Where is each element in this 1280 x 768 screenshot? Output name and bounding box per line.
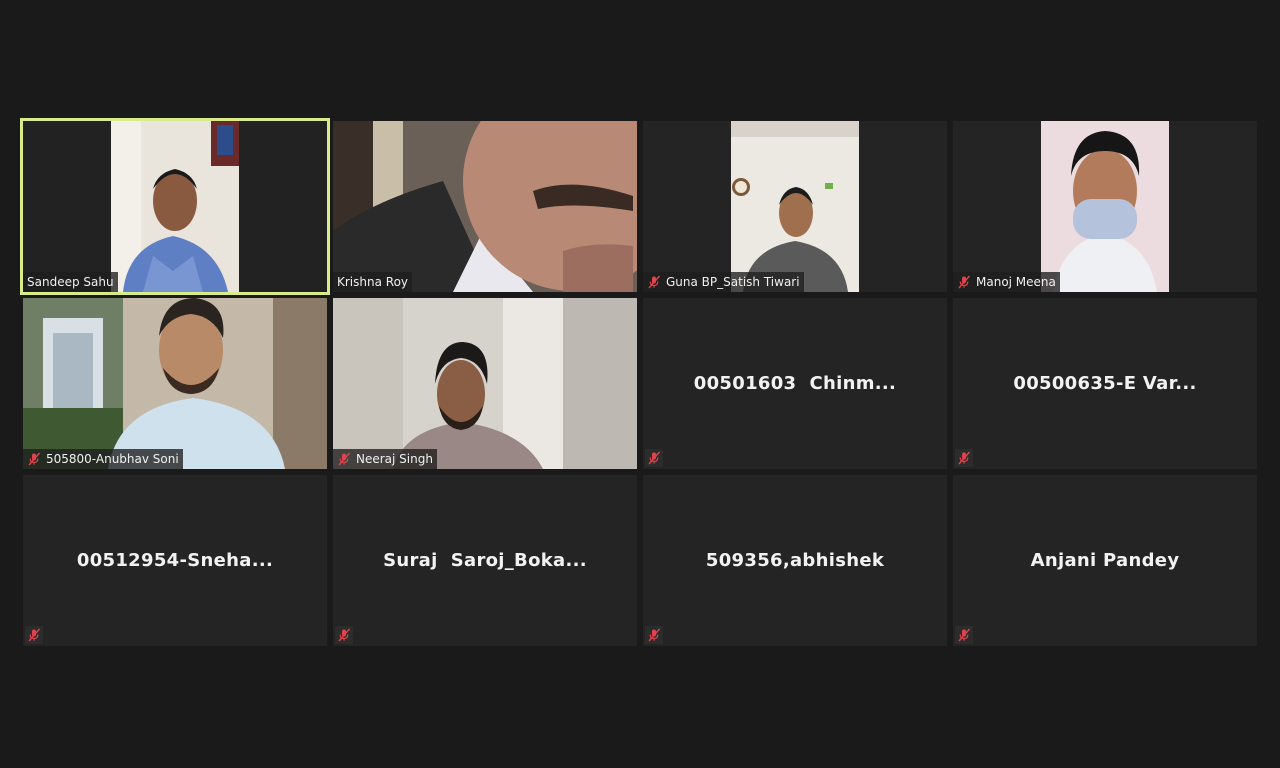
participant-nameplate: Neeraj Singh [333,449,437,469]
participant-name: 505800-Anubhav Soni [46,452,179,466]
participant-name: Sandeep Sahu [27,275,114,289]
participant-tile-krishna-roy[interactable]: Krishna Roy [333,121,637,292]
microphone-muted-icon [647,628,661,642]
participant-status [645,449,663,467]
participant-tile-neeraj-singh[interactable]: Neeraj Singh [333,298,637,469]
meeting-stage: Sandeep Sahu Krishna Roy Guna BP_Satish … [0,0,1280,768]
participant-nameplate: 505800-Anubhav Soni [23,449,183,469]
microphone-muted-icon [957,628,971,642]
participant-video [23,121,327,292]
participant-tile-manoj-meena[interactable]: Manoj Meena [953,121,1257,292]
participant-nameplate: Guna BP_Satish Tiwari [643,272,804,292]
participant-name: 00500635-E Var... [1013,373,1197,394]
participant-name: Manoj Meena [976,275,1056,289]
participant-tile-abhishek[interactable]: 509356,abhishek [643,475,947,646]
participant-name: Neeraj Singh [356,452,433,466]
participant-nameplate: Sandeep Sahu [23,272,118,292]
participant-tile-satish-tiwari[interactable]: Guna BP_Satish Tiwari [643,121,947,292]
microphone-muted-icon [957,275,971,289]
participant-nameplate: Krishna Roy [333,272,413,292]
participant-status [955,449,973,467]
participant-name: Krishna Roy [337,275,409,289]
participant-name: 00501603 Chinm... [693,373,897,394]
participant-tile-anubhav-soni[interactable]: 505800-Anubhav Soni [23,298,327,469]
participant-tile-suraj-saroj[interactable]: Suraj Saroj_Boka... [333,475,637,646]
participant-status [645,626,663,644]
participant-tile-sandeep-sahu[interactable]: Sandeep Sahu [20,118,330,295]
participant-status [335,626,353,644]
participant-video [23,298,327,469]
participant-nameplate: Manoj Meena [953,272,1060,292]
participant-name: 509356,abhishek [705,550,885,571]
participant-video [333,298,637,469]
participant-video [333,121,637,292]
gallery-grid: Sandeep Sahu Krishna Roy Guna BP_Satish … [20,118,1257,646]
microphone-muted-icon [27,628,41,642]
microphone-muted-icon [337,628,351,642]
microphone-muted-icon [647,451,661,465]
participant-video [953,121,1257,292]
participant-status [25,626,43,644]
microphone-muted-icon [957,451,971,465]
participant-name: 00512954-Sneha... [76,550,274,571]
participant-tile-anjani-pandey[interactable]: Anjani Pandey [953,475,1257,646]
microphone-muted-icon [647,275,661,289]
microphone-muted-icon [27,452,41,466]
participant-name: Guna BP_Satish Tiwari [666,275,800,289]
participant-tile-sneha[interactable]: 00512954-Sneha... [23,475,327,646]
participant-tile-chinm[interactable]: 00501603 Chinm... [643,298,947,469]
participant-status [955,626,973,644]
participant-name: Anjani Pandey [1030,550,1180,571]
participant-tile-e-var[interactable]: 00500635-E Var... [953,298,1257,469]
participant-name: Suraj Saroj_Boka... [383,550,587,571]
participant-video [643,121,947,292]
microphone-muted-icon [337,452,351,466]
